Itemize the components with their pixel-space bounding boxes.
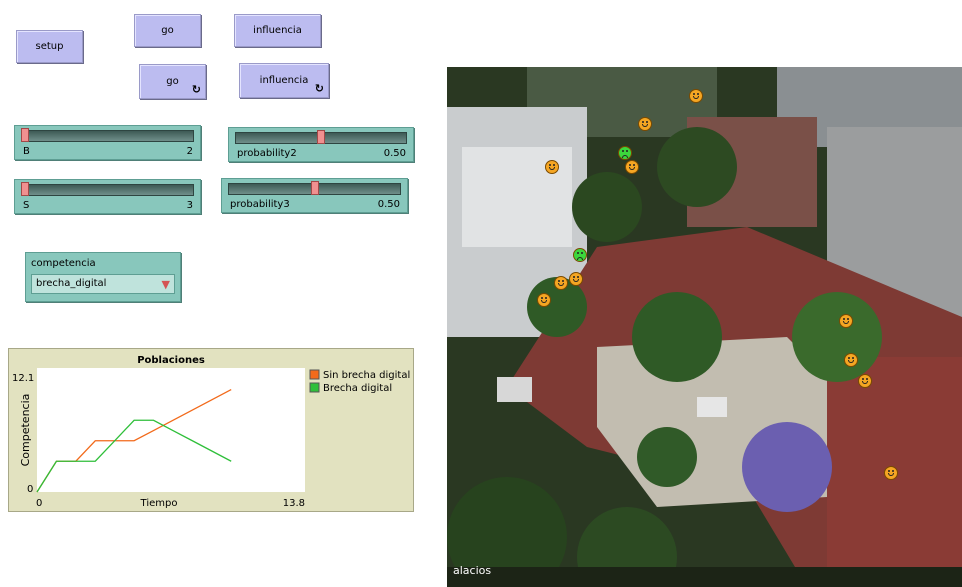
world-view[interactable]: alacios bbox=[447, 67, 962, 587]
legend-swatch bbox=[309, 369, 320, 380]
happy-agent-icon bbox=[839, 314, 853, 328]
legend-label: Brecha digital bbox=[323, 383, 392, 394]
chooser-label: competencia bbox=[31, 258, 96, 269]
slider-value: 0.50 bbox=[377, 199, 400, 210]
chooser-selected-value: brecha_digital bbox=[36, 278, 107, 289]
legend: Sin brecha digital Brecha digital bbox=[309, 369, 410, 394]
x-max-label: 13.8 bbox=[283, 498, 305, 509]
slider-label: probability3 bbox=[230, 199, 290, 210]
slider-knob[interactable] bbox=[21, 182, 29, 196]
slider-S[interactable]: S 3 bbox=[14, 179, 201, 214]
slider-probability3[interactable]: probability3 0.50 bbox=[221, 178, 408, 213]
happy-agent-icon bbox=[689, 89, 703, 103]
slider-B[interactable]: B 2 bbox=[14, 125, 201, 160]
sad-agent-icon bbox=[618, 146, 632, 160]
happy-agent-icon bbox=[569, 272, 583, 286]
happy-agent-icon bbox=[554, 276, 568, 290]
slider-track[interactable] bbox=[21, 130, 194, 142]
y-axis-label: Competencia bbox=[19, 394, 32, 467]
happy-agent-icon bbox=[844, 353, 858, 367]
slider-value: 3 bbox=[186, 200, 193, 211]
aerial-photo bbox=[447, 67, 962, 587]
go-forever-button-label: go bbox=[166, 76, 179, 87]
dropdown-arrow-icon[interactable]: ▼ bbox=[162, 278, 170, 291]
happy-agent-icon bbox=[625, 160, 639, 174]
slider-knob[interactable] bbox=[317, 130, 325, 144]
legend-swatch bbox=[309, 382, 320, 393]
setup-button-label: setup bbox=[35, 41, 64, 52]
slider-label: S bbox=[23, 200, 30, 211]
slider-label: probability2 bbox=[237, 148, 297, 159]
plot-svg: Poblaciones 12.1 0 0 13.8 Tiempo Compete… bbox=[12, 355, 410, 509]
influencia-forever-button-label: influencia bbox=[259, 75, 309, 86]
slider-label: B bbox=[23, 146, 30, 157]
forever-icon: ↻ bbox=[314, 82, 324, 95]
happy-agent-icon bbox=[858, 374, 872, 388]
poblaciones-plot: Poblaciones 12.1 0 0 13.8 Tiempo Compete… bbox=[8, 348, 414, 512]
setup-button[interactable]: setup bbox=[16, 30, 83, 63]
legend-label: Sin brecha digital bbox=[323, 370, 410, 381]
influencia-button[interactable]: influencia bbox=[234, 14, 321, 47]
go-forever-button[interactable]: go ↻ bbox=[139, 64, 206, 99]
happy-agent-icon bbox=[545, 160, 559, 174]
forever-icon: ↻ bbox=[191, 83, 201, 96]
y-max-label: 12.1 bbox=[12, 373, 34, 384]
y-min-label: 0 bbox=[27, 484, 33, 495]
slider-probability2[interactable]: probability2 0.50 bbox=[228, 127, 414, 162]
slider-value: 0.50 bbox=[383, 148, 406, 159]
sad-agent-icon bbox=[573, 248, 587, 262]
plot-title: Poblaciones bbox=[137, 355, 205, 366]
happy-agent-icon bbox=[638, 117, 652, 131]
influencia-forever-button[interactable]: influencia ↻ bbox=[239, 63, 329, 98]
go-button-label: go bbox=[161, 25, 174, 36]
x-min-label: 0 bbox=[36, 498, 42, 509]
happy-agent-icon bbox=[884, 466, 898, 480]
go-button[interactable]: go bbox=[134, 14, 201, 47]
influencia-button-label: influencia bbox=[253, 25, 302, 36]
chooser-dropdown[interactable]: brecha_digital ▼ bbox=[31, 274, 175, 294]
slider-knob[interactable] bbox=[310, 181, 319, 195]
slider-value: 2 bbox=[186, 146, 193, 157]
photo-caption: alacios bbox=[453, 564, 492, 577]
x-axis-label: Tiempo bbox=[140, 498, 178, 509]
competencia-chooser[interactable]: competencia brecha_digital ▼ bbox=[25, 252, 181, 302]
slider-knob[interactable] bbox=[21, 128, 29, 142]
happy-agent-icon bbox=[537, 293, 551, 307]
slider-track[interactable] bbox=[21, 184, 194, 196]
